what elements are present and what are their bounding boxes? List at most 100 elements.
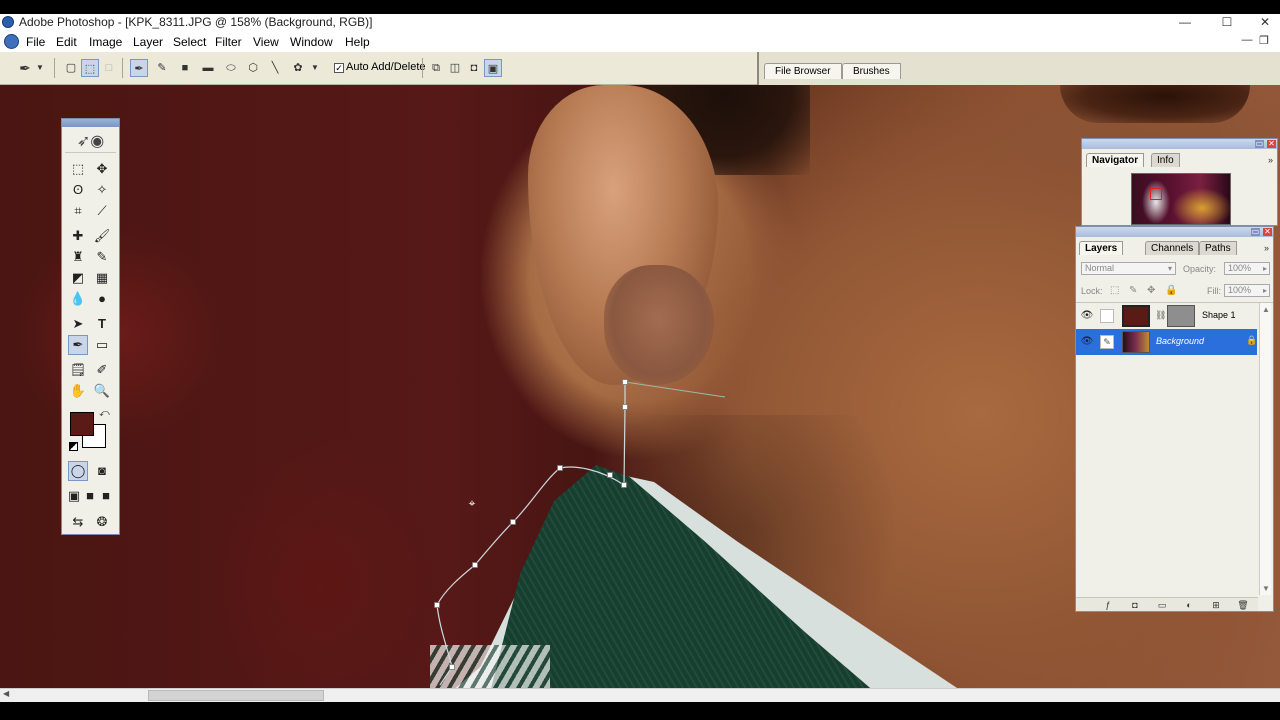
layer-thumbnail[interactable]	[1122, 331, 1150, 353]
palette-menu-icon[interactable]: »	[1268, 155, 1273, 165]
pen-icon[interactable]: ✒	[16, 59, 34, 77]
layer-link-icon[interactable]	[1100, 309, 1114, 323]
polygon-icon[interactable]: ⬡	[244, 59, 262, 77]
menu-help[interactable]: Help	[345, 35, 370, 49]
custom-shape-icon[interactable]: ✿	[289, 59, 307, 77]
add-mask-icon[interactable]: ◘	[1129, 599, 1141, 611]
tab-layers[interactable]: Layers	[1079, 241, 1124, 255]
file-browser-tab[interactable]: File Browser	[764, 63, 842, 79]
tab-channels[interactable]: Channels	[1145, 241, 1200, 255]
toolbox-grip[interactable]	[62, 119, 119, 127]
crop-tool-icon[interactable]: ⌗	[68, 201, 88, 221]
trash-icon[interactable]: 🗑	[1237, 599, 1249, 611]
path-segment[interactable]	[436, 382, 626, 686]
shape-layers-icon[interactable]: ▢	[62, 59, 80, 77]
layer-row-background[interactable]: 👁 ✎ Background 🔒	[1076, 329, 1257, 355]
anchor-point[interactable]	[434, 602, 440, 608]
quick-mask-icon[interactable]: ◙	[92, 461, 112, 481]
menu-file[interactable]: File	[26, 35, 45, 49]
palette-menu-icon[interactable]: »	[1264, 243, 1269, 253]
fill-field[interactable]: 100% ▸	[1224, 284, 1270, 297]
tab-navigator[interactable]: Navigator	[1086, 153, 1145, 167]
line-icon[interactable]: ╲	[266, 59, 284, 77]
menu-image[interactable]: Image	[89, 35, 122, 49]
swap-colors-icon[interactable]: ⤺	[99, 408, 110, 419]
eraser-tool-icon[interactable]: ◩	[68, 268, 88, 288]
anchor-point[interactable]	[607, 472, 613, 478]
brush-tool-icon[interactable]: 🖌	[92, 226, 112, 246]
type-tool-icon[interactable]: T	[92, 314, 112, 334]
scroll-down-icon[interactable]: ▼	[1262, 584, 1270, 593]
ellipse-icon[interactable]: ⬭	[222, 59, 240, 77]
tab-info[interactable]: Info	[1151, 153, 1180, 167]
scroll-left-icon[interactable]: ◀	[3, 689, 9, 698]
anchor-point[interactable]	[449, 664, 455, 670]
adjustment-layer-icon[interactable]: ◐	[1183, 599, 1195, 611]
layer-name[interactable]: Shape 1	[1202, 310, 1236, 320]
fill-pixels-icon[interactable]: □	[100, 59, 118, 77]
eyedropper-icon[interactable]: ✐	[92, 360, 112, 380]
auto-add-delete-checkbox[interactable]: ✓ Auto Add/Delete	[334, 61, 426, 73]
palette-minimize-icon[interactable]: ▭	[1255, 140, 1264, 148]
blend-mode-select[interactable]: Normal ▾	[1081, 262, 1176, 275]
menu-window[interactable]: Window	[290, 35, 333, 49]
shape-dropdown[interactable]: ▼	[309, 59, 321, 77]
intersect-path-icon[interactable]: ◘	[465, 59, 483, 77]
imageready-icon[interactable]: ❂	[92, 512, 112, 532]
dodge-tool-icon[interactable]: ●	[92, 289, 112, 309]
pen-tool-icon[interactable]: ✒	[130, 59, 148, 77]
screen-mode-standard-icon[interactable]: ▣	[66, 486, 82, 506]
tab-paths[interactable]: Paths	[1199, 241, 1237, 255]
subtract-path-icon[interactable]: ◫	[446, 59, 464, 77]
rounded-rectangle-icon[interactable]: ▬	[199, 59, 217, 77]
doc-restore-button[interactable]: ❐	[1256, 34, 1272, 48]
brush-active-icon[interactable]: ✎	[1100, 335, 1114, 349]
maximize-button[interactable]: ☐	[1212, 14, 1242, 32]
pen-tool-icon[interactable]: ✒	[68, 335, 88, 355]
gradient-tool-icon[interactable]: ▦	[92, 268, 112, 288]
exclude-path-icon[interactable]: ▣	[484, 59, 502, 77]
clone-stamp-icon[interactable]: ♜	[68, 247, 88, 267]
anchor-point[interactable]	[557, 465, 563, 471]
close-button[interactable]: ✕	[1250, 14, 1280, 32]
anchor-point[interactable]	[622, 404, 628, 410]
layer-row-shape-1[interactable]: 👁 ⛓ Shape 1	[1076, 303, 1257, 329]
menu-edit[interactable]: Edit	[56, 35, 77, 49]
rectangle-icon[interactable]: ■	[176, 59, 194, 77]
menu-view[interactable]: View	[253, 35, 279, 49]
menu-select[interactable]: Select	[173, 35, 206, 49]
zoom-tool-icon[interactable]: 🔍	[92, 381, 112, 401]
scrollbar-thumb[interactable]	[148, 690, 324, 701]
path-selection-icon[interactable]: ➤	[68, 314, 88, 334]
vector-mask-thumbnail[interactable]	[1167, 305, 1195, 327]
menu-filter[interactable]: Filter	[215, 35, 242, 49]
direction-handle[interactable]	[624, 381, 726, 398]
lock-image-icon[interactable]: ✎	[1129, 285, 1137, 296]
hand-tool-icon[interactable]: ✋	[68, 381, 88, 401]
layer-style-icon[interactable]: ƒ	[1102, 599, 1114, 611]
slice-tool-icon[interactable]: ⟋	[92, 201, 112, 221]
anchor-point[interactable]	[472, 562, 478, 568]
magic-wand-icon[interactable]: ✧	[92, 180, 112, 200]
shape-tool-icon[interactable]: ▭	[92, 335, 112, 355]
brushes-tab[interactable]: Brushes	[842, 63, 901, 79]
palette-minimize-icon[interactable]: ▭	[1251, 228, 1260, 236]
photoshop-feather-icon[interactable]: ➶◉	[65, 131, 116, 153]
new-layer-icon[interactable]: ⊞	[1210, 599, 1222, 611]
lock-all-icon[interactable]: 🔒	[1165, 285, 1177, 296]
layers-scrollbar[interactable]: ▲ ▼	[1259, 303, 1271, 595]
layer-name[interactable]: Background	[1156, 336, 1204, 346]
jump-to-imageready-icon[interactable]: ⇆	[68, 512, 88, 532]
palette-close-icon[interactable]: ✕	[1263, 228, 1272, 236]
freeform-pen-icon[interactable]: ✎	[153, 59, 171, 77]
foreground-color-swatch[interactable]	[70, 412, 94, 436]
healing-brush-icon[interactable]: ✚	[68, 226, 88, 246]
blur-tool-icon[interactable]: 💧	[68, 289, 88, 309]
anchor-point[interactable]	[510, 519, 516, 525]
new-group-icon[interactable]: ▭	[1156, 599, 1168, 611]
doc-minimize-button[interactable]: —	[1239, 34, 1255, 48]
minimize-button[interactable]: —	[1170, 14, 1200, 32]
screen-mode-full-menu-icon[interactable]: ■	[82, 486, 98, 506]
tool-preset-dropdown[interactable]: ▼	[34, 59, 46, 77]
notes-tool-icon[interactable]: 🗒	[68, 360, 88, 380]
